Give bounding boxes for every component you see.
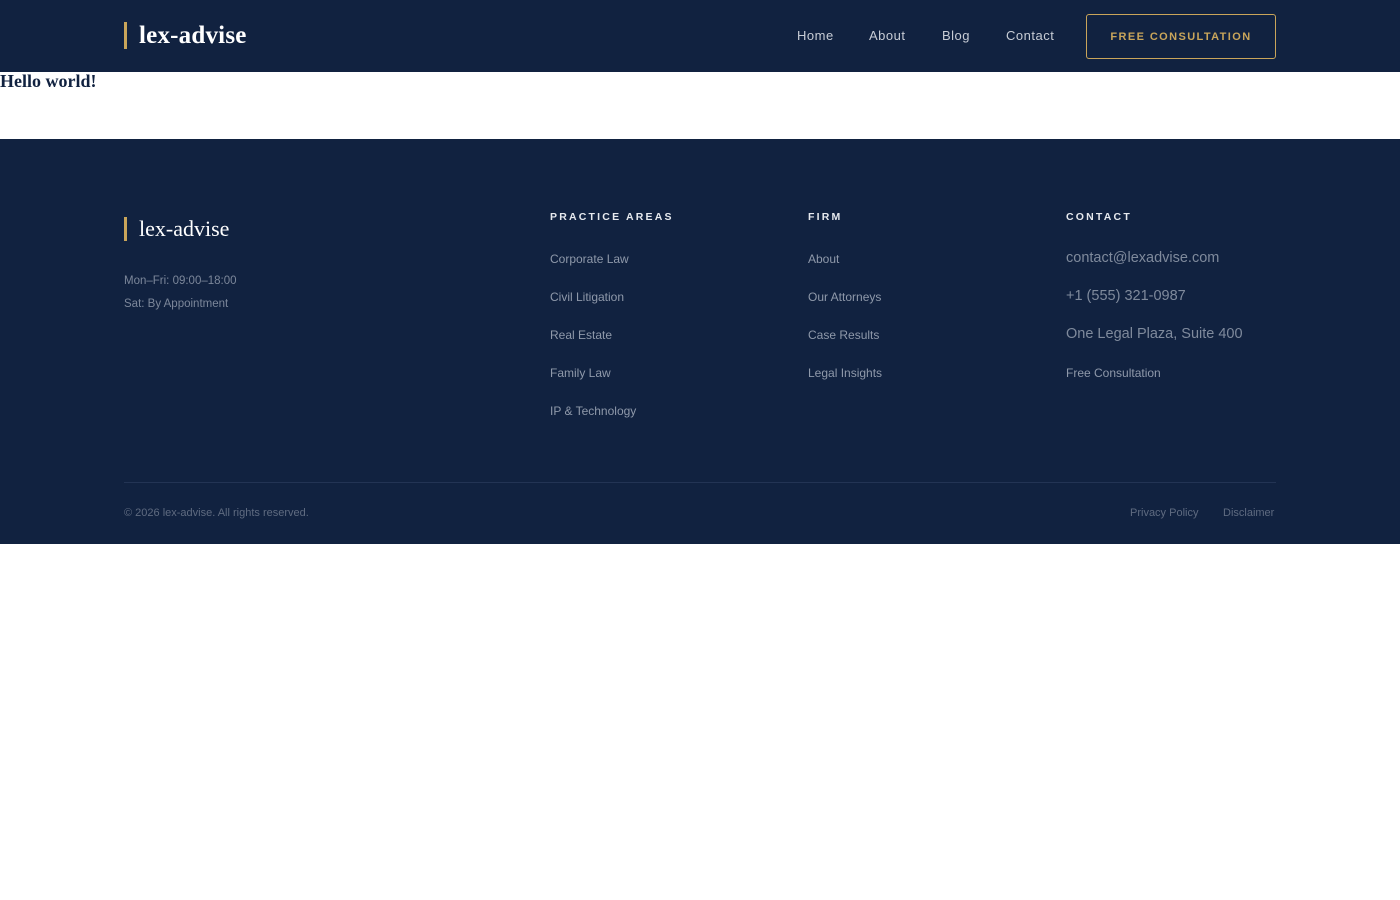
- practice-areas-heading: PRACTICE AREAS: [550, 211, 674, 223]
- practice-link-ip-technology[interactable]: IP & Technology: [550, 404, 636, 418]
- footer-brand-name: lex-advise: [139, 216, 230, 241]
- practice-link-family-law[interactable]: Family Law: [550, 366, 611, 380]
- nav-contact-link[interactable]: Contact: [1006, 28, 1054, 44]
- copyright-text: © 2026 lex-advise. All rights reserved.: [124, 507, 309, 519]
- disclaimer-link[interactable]: Disclaimer: [1223, 506, 1274, 520]
- free-consultation-button[interactable]: FREE CONSULTATION: [1086, 14, 1276, 59]
- nav-blog-link[interactable]: Blog: [942, 28, 970, 44]
- site-footer: lex-advise Mon–Fri: 09:00–18:00 Sat: By …: [0, 139, 1400, 544]
- practice-link-corporate-law[interactable]: Corporate Law: [550, 252, 629, 266]
- privacy-policy-link[interactable]: Privacy Policy: [1130, 506, 1198, 520]
- firm-link-about[interactable]: About: [808, 252, 839, 266]
- hours-weekdays: Mon–Fri: 09:00–18:00: [124, 275, 237, 287]
- firm-link-legal-insights[interactable]: Legal Insights: [808, 366, 882, 380]
- nav-home-link[interactable]: Home: [797, 28, 834, 44]
- brand-name: lex-advise: [139, 22, 247, 49]
- footer-brand-logo[interactable]: lex-advise: [124, 217, 229, 241]
- page-heading: Hello world!: [0, 71, 97, 91]
- site-header: lex-advise Home About Blog Contact FREE …: [0, 0, 1400, 72]
- hours-saturday: Sat: By Appointment: [124, 298, 229, 310]
- nav-about-link[interactable]: About: [869, 28, 905, 44]
- firm-heading: FIRM: [808, 211, 843, 223]
- contact-email-link[interactable]: contact@lexadvise.com: [1066, 249, 1219, 267]
- contact-phone-link[interactable]: +1 (555) 321-0987: [1066, 287, 1186, 305]
- practice-link-real-estate[interactable]: Real Estate: [550, 328, 612, 342]
- firm-link-our-attorneys[interactable]: Our Attorneys: [808, 290, 881, 304]
- contact-address: One Legal Plaza, Suite 400: [1066, 326, 1243, 342]
- brand-logo[interactable]: lex-advise: [124, 22, 247, 49]
- firm-link-case-results[interactable]: Case Results: [808, 328, 879, 342]
- free-consultation-label: FREE CONSULTATION: [1110, 30, 1252, 43]
- contact-heading: CONTACT: [1066, 211, 1132, 223]
- contact-free-consultation-link[interactable]: Free Consultation: [1066, 366, 1161, 380]
- footer-divider: [124, 482, 1276, 483]
- practice-link-civil-litigation[interactable]: Civil Litigation: [550, 290, 624, 304]
